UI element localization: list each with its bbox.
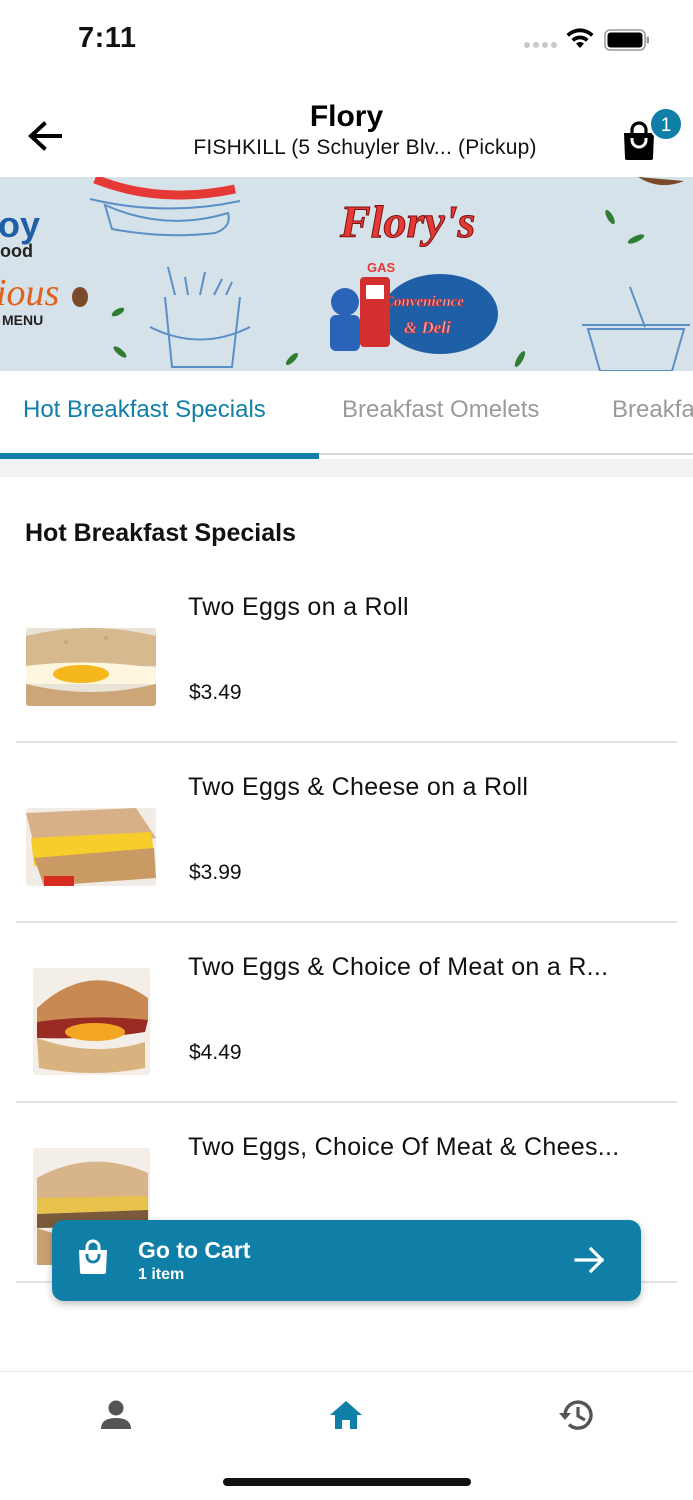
- section-divider: [0, 459, 693, 477]
- cart-item-count: 1 item: [138, 1266, 185, 1283]
- banner-deli-text: & Deli: [404, 318, 451, 337]
- top-header: Flory FISHKILL (5 Schuyler Blv... (Picku…: [0, 80, 693, 177]
- item-image: [33, 968, 150, 1075]
- item-price: $4.49: [189, 1041, 242, 1064]
- category-tabs: Hot Breakfast Specials Breakfast Omelets…: [0, 371, 693, 455]
- item-name: Two Eggs & Choice of Meat on a R...: [188, 953, 609, 981]
- menu-item[interactable]: Two Eggs & Choice of Meat on a R... $4.4…: [16, 923, 677, 1103]
- go-to-cart-button[interactable]: Go to Cart 1 item: [52, 1220, 641, 1301]
- item-name: Two Eggs & Cheese on a Roll: [188, 773, 529, 801]
- tab-breakfast-omelets[interactable]: Breakfast Omelets: [342, 396, 539, 424]
- person-icon[interactable]: [97, 1396, 135, 1434]
- menu-item[interactable]: Two Eggs & Cheese on a Roll $3.99: [16, 743, 677, 923]
- status-time: 7:11: [78, 22, 137, 54]
- item-price: $3.99: [189, 861, 242, 884]
- home-icon[interactable]: [327, 1396, 365, 1434]
- tab-hot-breakfast-specials[interactable]: Hot Breakfast Specials: [23, 396, 266, 424]
- banner-left-text-3: ious: [0, 272, 59, 314]
- item-name: Two Eggs, Choice Of Meat & Chees...: [188, 1133, 620, 1161]
- banner-left-text-4: MENU: [2, 312, 43, 328]
- signal-icon: [524, 42, 557, 48]
- store-title: Flory: [309, 100, 384, 133]
- tab-breakfast-more[interactable]: Breakfa: [612, 396, 693, 424]
- menu-item[interactable]: Two Eggs on a Roll $3.49: [16, 563, 677, 743]
- status-bar: 7:11: [0, 0, 693, 80]
- banner-left-text-2: ood: [0, 241, 33, 261]
- section-title: Hot Breakfast Specials: [25, 519, 296, 547]
- item-image: [26, 808, 156, 886]
- history-icon[interactable]: [558, 1396, 596, 1434]
- banner-left-text-1: oy: [0, 204, 40, 245]
- go-to-cart-label: Go to Cart: [138, 1237, 251, 1263]
- arrow-right-icon: [574, 1246, 605, 1274]
- item-image: [26, 628, 156, 706]
- home-indicator: [223, 1478, 471, 1486]
- item-price: $3.49: [189, 681, 242, 704]
- banner-gas-text: GAS: [367, 260, 396, 275]
- banner-logo-text: Flory's: [339, 196, 475, 247]
- banner-illustration: oy ood ious MENU Flory's GAS Convenience…: [0, 177, 690, 371]
- store-location[interactable]: FISHKILL (5 Schuyler Blv... (Pickup): [0, 136, 693, 160]
- cart-bag-icon: [79, 1239, 107, 1274]
- cart-count-badge: 1: [649, 107, 683, 141]
- store-banner: oy ood ious MENU Flory's GAS Convenience…: [0, 177, 693, 371]
- item-name: Two Eggs on a Roll: [188, 593, 409, 621]
- wifi-icon: [566, 28, 594, 48]
- battery-icon: [604, 29, 649, 51]
- app-screen: 7:11 Flory FISHKILL (5 Schuyler Blv... (…: [0, 0, 693, 1500]
- banner-convenience-text: Convenience: [384, 294, 464, 310]
